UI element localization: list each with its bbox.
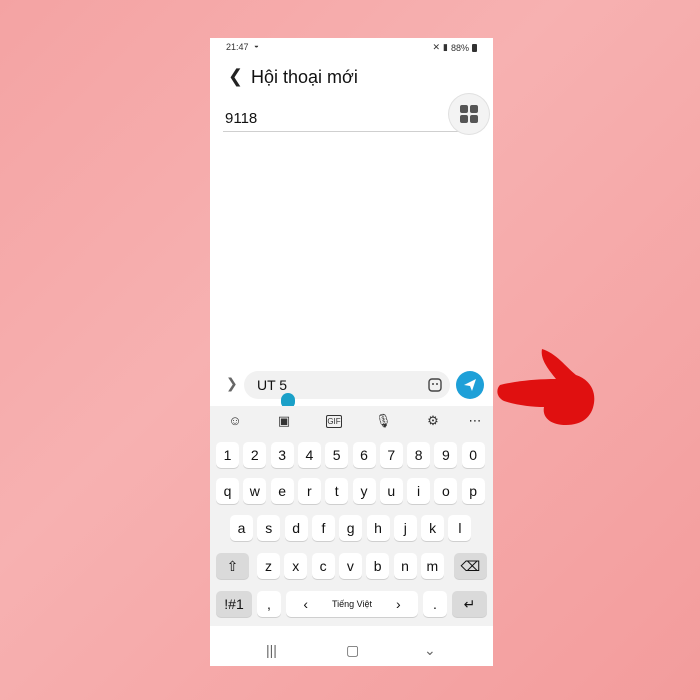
key-s[interactable]: s [257, 515, 281, 541]
key-a[interactable]: a [230, 515, 253, 541]
key-n[interactable]: n [393, 553, 417, 579]
key-j[interactable]: j [393, 515, 417, 541]
grid-icon [460, 105, 478, 123]
key-3[interactable]: 3 [270, 442, 294, 468]
lang-right-icon: › [396, 596, 401, 612]
enter-icon: ↵ [463, 595, 476, 612]
page-title: Hội thoại mới [251, 67, 358, 87]
recipient-field[interactable] [225, 110, 475, 128]
key-c[interactable]: c [311, 553, 335, 579]
gear-icon[interactable]: ⚙ [425, 413, 441, 429]
key-t[interactable]: t [325, 478, 349, 504]
key-p[interactable]: p [461, 478, 485, 504]
period-key[interactable]: . [423, 591, 447, 617]
key-6[interactable]: 6 [352, 442, 376, 468]
message-composer: ❯ [210, 368, 493, 406]
key-y[interactable]: y [352, 478, 376, 504]
back-arrow-icon[interactable]: ❮ [228, 66, 243, 87]
pointing-hand-icon [497, 349, 595, 425]
recipient-input[interactable] [225, 110, 425, 127]
key-z[interactable]: z [257, 553, 280, 579]
key-x[interactable]: x [284, 553, 308, 579]
gif-icon[interactable]: GIF [326, 415, 342, 428]
key-u[interactable]: u [379, 478, 403, 504]
home-icon[interactable]: ▢ [346, 642, 359, 659]
key-o[interactable]: o [434, 478, 458, 504]
key-1[interactable]: 1 [216, 442, 239, 468]
key-q[interactable]: q [216, 478, 239, 504]
status-right: ✕ ▮ 88% [432, 42, 477, 53]
symbols-key[interactable]: !#1 [216, 591, 252, 617]
key-7[interactable]: 7 [379, 442, 403, 468]
message-box[interactable] [244, 371, 450, 399]
key-2[interactable]: 2 [243, 442, 267, 468]
key-m[interactable]: m [420, 553, 444, 579]
send-icon [464, 379, 476, 391]
key-e[interactable]: e [270, 478, 294, 504]
nav-bar: ||| ▢ ⌄ [210, 636, 493, 666]
emoji-icon[interactable]: ☺ [227, 413, 243, 429]
mute-icon: ✕ [432, 42, 441, 52]
battery-level: 88% [450, 42, 469, 53]
key-8[interactable]: 8 [407, 442, 431, 468]
comma-key[interactable]: , [257, 591, 281, 617]
key-r[interactable]: r [297, 478, 321, 504]
backspace-key[interactable]: ⌫ [454, 553, 487, 579]
key-k[interactable]: k [421, 515, 445, 541]
backspace-icon: ⌫ [460, 557, 481, 574]
mic-icon[interactable]: 🎙 [375, 413, 392, 429]
space-key[interactable]: ‹ Tiếng Việt › [286, 591, 418, 617]
language-label: Tiếng Việt [331, 599, 373, 609]
key-5[interactable]: 5 [325, 442, 349, 468]
keyboard: ☺ ▣ GIF 🎙 ⚙ ⋯ 1234567890 qwertyuiop asdfgh… [210, 406, 493, 626]
key-9[interactable]: 9 [434, 442, 458, 468]
header: ❮ Hội thoại mới [210, 64, 493, 94]
contacts-button[interactable] [449, 94, 489, 134]
key-4[interactable]: 4 [297, 442, 321, 468]
signal-icon: ▮ [443, 42, 448, 52]
key-d[interactable]: d [284, 515, 308, 541]
sticker-icon[interactable] [428, 378, 442, 392]
phone-screen: 21:47 ◒ ✕ ▮ 88% ❮ Hội thoại mới ❯ [210, 38, 493, 666]
enter-key[interactable]: ↵ [452, 591, 487, 617]
key-b[interactable]: b [366, 553, 390, 579]
wifi-icon: ◒ [254, 41, 259, 50]
status-time: 21:47 [226, 42, 249, 52]
recipient-divider [223, 131, 479, 132]
back-nav-icon[interactable]: ⌄ [424, 642, 436, 659]
more-icon[interactable]: ⋯ [467, 413, 483, 429]
message-input[interactable] [257, 377, 417, 393]
expand-chevron-icon[interactable]: ❯ [226, 375, 238, 392]
recents-icon[interactable]: ||| [266, 642, 277, 658]
key-f[interactable]: f [311, 515, 335, 541]
battery-icon [472, 43, 477, 52]
keyboard-toolbar: ☺ ▣ GIF 🎙 ⚙ ⋯ [210, 406, 493, 436]
key-h[interactable]: h [366, 515, 390, 541]
key-v[interactable]: v [338, 553, 362, 579]
key-g[interactable]: g [339, 515, 363, 541]
shift-icon: ⇧ [226, 557, 239, 574]
key-w[interactable]: w [243, 478, 267, 504]
send-button[interactable] [456, 371, 484, 399]
key-i[interactable]: i [407, 478, 431, 504]
key-0[interactable]: 0 [461, 442, 485, 468]
key-l[interactable]: l [448, 515, 472, 541]
shift-key[interactable]: ⇧ [216, 553, 249, 579]
sticker-tool-icon[interactable]: ▣ [276, 413, 292, 429]
status-bar: 21:47 ◒ ✕ ▮ 88% [210, 38, 493, 56]
lang-left-icon: ‹ [303, 596, 308, 612]
